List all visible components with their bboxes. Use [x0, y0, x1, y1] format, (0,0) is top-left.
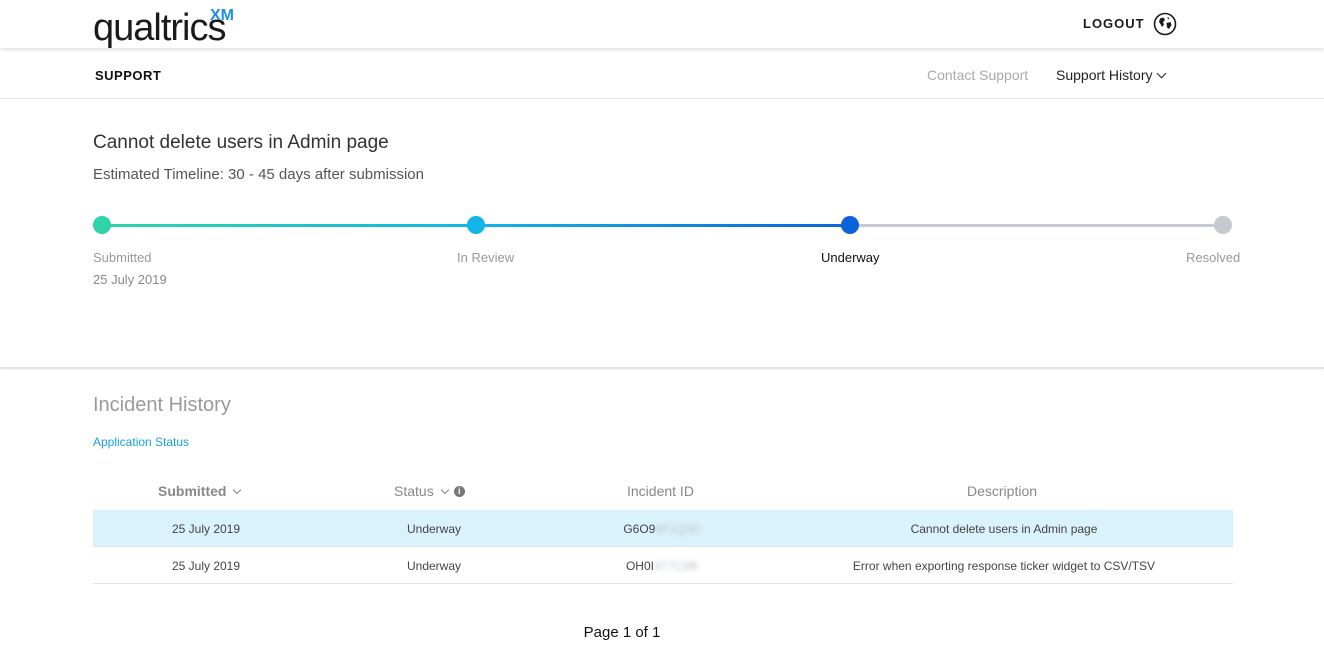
top-header: qualtrics XM LOGOUT: [0, 0, 1324, 48]
cell-description: Error when exporting response ticker wid…: [852, 559, 1156, 573]
support-history-menu[interactable]: Support History: [1056, 67, 1167, 83]
column-header-description: Description: [967, 483, 1038, 499]
submitted-date: 25 July 2019: [93, 272, 167, 287]
cell-submitted: 25 July 2019: [171, 522, 241, 536]
incident-history-title: Incident History: [93, 394, 231, 416]
stage-dot-resolved: [1214, 216, 1232, 234]
column-header-submitted[interactable]: Submitted: [158, 483, 242, 499]
cell-incident-id: G6O98F1Q3D: [549, 522, 775, 536]
incident-id-redacted: 4T7C9B: [653, 559, 699, 573]
cell-status: Underway: [406, 522, 462, 536]
progress-segment-submitted-review: [102, 224, 476, 227]
progress-segment-review-underway: [476, 224, 850, 227]
table-row[interactable]: 25 July 2019 Underway OH0I4T7C9B Error w…: [93, 547, 1233, 584]
stage-label-submitted: Submitted: [93, 250, 152, 265]
logo-wordmark: qualtrics: [93, 7, 226, 49]
cell-status: Underway: [406, 559, 462, 573]
chevron-down-icon: [233, 485, 242, 495]
table-row[interactable]: 25 July 2019 Underway G6O98F1Q3D Cannot …: [93, 510, 1233, 547]
support-subnav: SUPPORT Contact Support Support History: [0, 48, 1324, 99]
column-header-incident-id: Incident ID: [627, 483, 694, 499]
globe-icon[interactable]: [1153, 12, 1177, 36]
stage-label-underway: Underway: [821, 250, 880, 265]
info-icon[interactable]: i: [453, 485, 465, 497]
column-header-status[interactable]: Status i: [394, 483, 465, 499]
chevron-down-icon: [1157, 68, 1167, 79]
cell-description: Cannot delete users in Admin page: [910, 522, 1098, 536]
column-header-submitted-label: Submitted: [158, 483, 227, 499]
application-status-link[interactable]: Application Status: [93, 435, 189, 449]
pagination-label: Page 1 of 1: [583, 624, 661, 641]
stage-label-resolved: Resolved: [1186, 250, 1241, 265]
estimated-timeline: Estimated Timeline: 30 - 45 days after s…: [93, 166, 424, 183]
logout-button[interactable]: LOGOUT: [1083, 16, 1145, 31]
cell-incident-id: OH0I4T7C9B: [549, 559, 775, 573]
contact-support-link[interactable]: Contact Support: [927, 67, 1028, 83]
support-section-title: SUPPORT: [95, 68, 162, 83]
logo-xm-suffix: XM: [210, 7, 234, 24]
incident-id-prefix: G6O9: [623, 522, 656, 536]
cell-submitted: 25 July 2019: [171, 559, 241, 573]
stage-dot-submitted: [93, 216, 111, 234]
incident-id-prefix: OH0I: [625, 559, 654, 573]
incident-title: Cannot delete users in Admin page: [93, 132, 389, 153]
stage-dot-underway: [841, 216, 859, 234]
progress-segment-underway-resolved: [850, 224, 1223, 227]
stage-label-in-review: In Review: [457, 250, 515, 265]
chevron-down-icon: [440, 485, 449, 495]
section-divider: [0, 367, 1324, 369]
stage-dot-in-review: [467, 216, 485, 234]
qualtrics-logo[interactable]: qualtrics XM: [93, 7, 234, 49]
column-header-status-label: Status: [394, 483, 434, 499]
incident-id-redacted: 8F1Q3D: [655, 522, 701, 536]
incident-history-table: Submitted Status i Incident ID Descriptio…: [93, 474, 1233, 584]
support-history-label: Support History: [1056, 67, 1153, 83]
table-header: Submitted Status i Incident ID Descriptio…: [93, 474, 1233, 510]
